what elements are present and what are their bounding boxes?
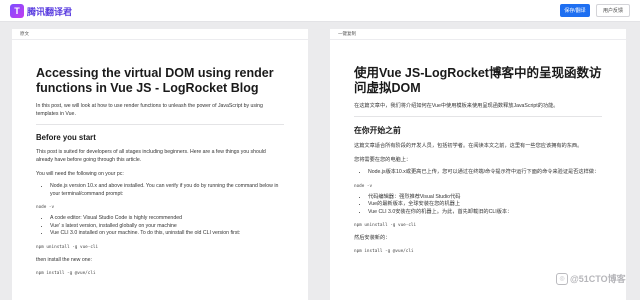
divider xyxy=(354,116,602,117)
watermark: ◎ @51CTO博客 xyxy=(556,272,626,285)
watermark-text: @51CTO博客 xyxy=(570,274,626,284)
translated-tools-list: 代码编辑器：强烈推荐Visual Studio代码 Vue的最新版本，全球安装在… xyxy=(354,194,602,217)
divider xyxy=(36,124,284,125)
translated-requirements-list: Node.js版本10.x或更高已上传，您可以通过在终端/命令提示符中运行下面的… xyxy=(354,169,602,177)
requirements-text: You will need the following on your pc: xyxy=(36,171,124,177)
then-text: then install the new one: xyxy=(36,256,92,263)
code-line: node -v xyxy=(36,205,55,210)
translated-title: 使用Vue JS-LogRocket博客中的呈现函数访问虚拟DOM xyxy=(354,66,602,95)
list-item: Vue' s latest version, installed globall… xyxy=(50,223,284,231)
translated-then-text: 然后安装新的： xyxy=(354,235,391,241)
article-title: Accessing the virtual DOM using render f… xyxy=(36,66,274,95)
watermark-icon: ◎ xyxy=(556,272,568,285)
translation-content: 使用Vue JS-LogRocket博客中的呈现函数访问虚拟DOM 在这篇文章中… xyxy=(330,40,602,254)
save-translate-button[interactable]: 保存/翻译 xyxy=(560,4,590,17)
code-line: node -v xyxy=(354,183,373,189)
translated-section-heading: 在你开始之前 xyxy=(354,126,401,135)
source-content: Accessing the virtual DOM using render f… xyxy=(12,40,284,276)
code-line: npm install -g @vue/cli xyxy=(36,270,96,276)
list-item: Vue CLI 3.0 installed on your machine. T… xyxy=(50,230,284,238)
list-item: Vue的最新版本，全球安装在您的机器上 xyxy=(368,201,602,209)
code-line: npm uninstall -g vue-cli xyxy=(354,223,417,228)
copy-all-button[interactable]: 一键复制 xyxy=(330,29,626,40)
source-panel: 原文 Accessing the virtual DOM using rende… xyxy=(12,29,308,300)
section-paragraph: This post is suited for developers of al… xyxy=(36,149,266,163)
list-item: Node.js version 10.x and above installed… xyxy=(50,183,284,198)
requirements-list: Node.js version 10.x and above installed… xyxy=(36,183,284,198)
top-bar: T 腾讯翻译君 保存/翻译 用户反馈 xyxy=(0,0,640,22)
logo-text: 腾讯翻译君 xyxy=(27,6,73,17)
code-line: npm install -g @vue/cli xyxy=(354,249,414,254)
list-item: A code editor: Visual Studio Code is hig… xyxy=(50,215,284,223)
list-item: Node.js版本10.x或更高已上传，您可以通过在终端/命令提示符中运行下面的… xyxy=(368,169,602,177)
app-logo[interactable]: T 腾讯翻译君 xyxy=(10,4,72,18)
logo-icon: T xyxy=(10,4,24,18)
feedback-button[interactable]: 用户反馈 xyxy=(596,4,630,17)
article-intro: In this post, we will look at how to use… xyxy=(36,103,263,117)
tools-list: A code editor: Visual Studio Code is hig… xyxy=(36,215,284,238)
list-item: 代码编辑器：强烈推荐Visual Studio代码 xyxy=(368,194,602,202)
translated-section-paragraph: 这篇文章适合所有阶段的开发人员，包括初学者。在阅读本文之前，这里有一些您应该拥有… xyxy=(354,143,583,149)
translated-intro: 在这篇文章中，我们将介绍如何在Vue中使用模板来使用呈现函数释放JavaScri… xyxy=(354,103,559,109)
code-line: npm uninstall -g vue-cli xyxy=(36,244,99,250)
translation-panel: 一键复制 使用Vue JS-LogRocket博客中的呈现函数访问虚拟DOM 在… xyxy=(330,29,626,300)
section-heading: Before you start xyxy=(36,133,96,142)
list-item: Vue CLI 3.0安装在你的机器上。为此，首先卸载旧的CLI版本： xyxy=(368,209,602,217)
source-panel-label: 原文 xyxy=(12,29,308,40)
translated-requirements-text: 您将需要在您的电脑上： xyxy=(354,157,412,163)
